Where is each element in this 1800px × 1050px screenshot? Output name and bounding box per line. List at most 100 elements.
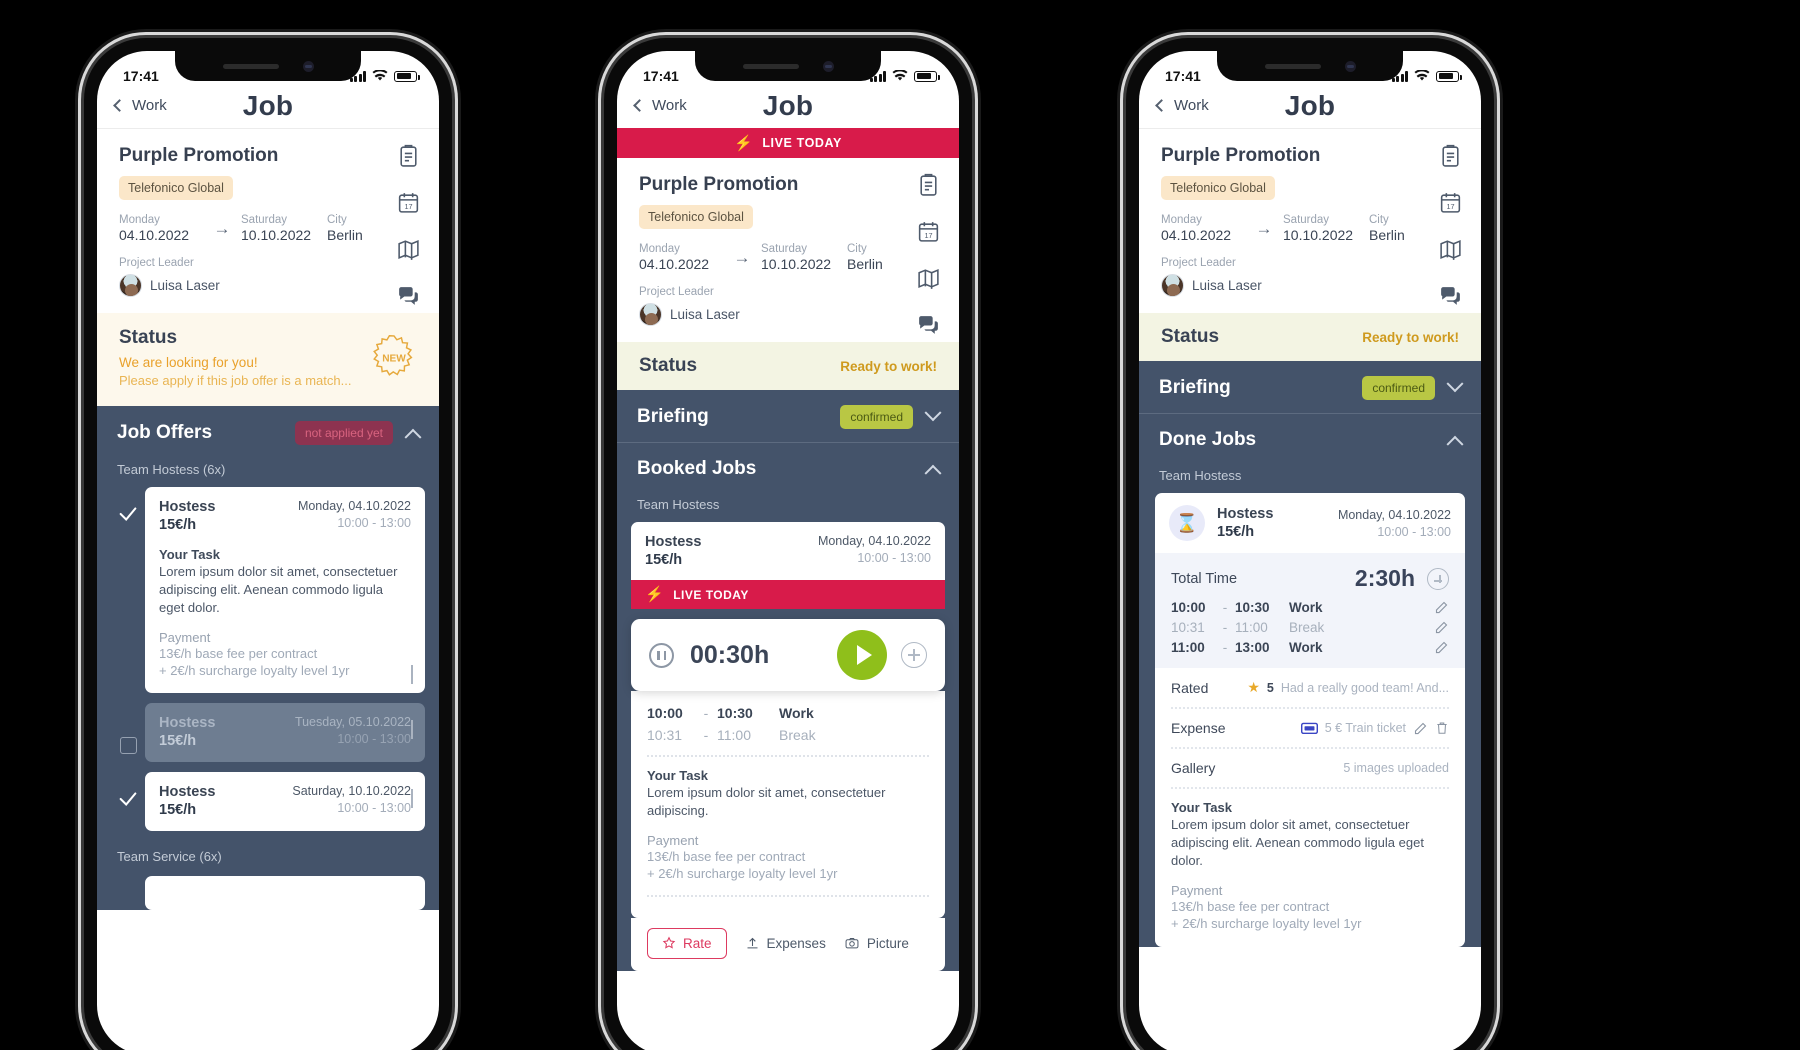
booked-jobs-header[interactable]: Booked Jobs xyxy=(617,443,959,493)
offer-date: Monday, 04.10.2022 xyxy=(297,499,411,513)
picture-button[interactable]: Picture xyxy=(844,936,909,951)
chevron-up-icon[interactable] xyxy=(404,428,422,446)
delete-expense-icon[interactable] xyxy=(1435,721,1449,735)
time-to-2: 11:00 xyxy=(717,727,751,743)
payment-line-1: 13€/h base fee per contract xyxy=(159,645,318,661)
offer-card-3[interactable]: Hostess 15€/h Saturday, 10.10.2022 10:00… xyxy=(145,771,425,831)
done-job-card[interactable]: ⌛ Hostess 15€/h Monday, 04.10.2022 10:00… xyxy=(1155,493,1465,947)
expenses-button[interactable]: Expenses xyxy=(745,936,826,951)
done-label-3: Work xyxy=(1289,640,1323,655)
start-date-block: Monday 04.10.2022 xyxy=(119,214,205,243)
project-leader-label-3: Project Leader xyxy=(1161,257,1236,269)
expense-row[interactable]: Expense 5 € Train ticket xyxy=(1155,709,1465,747)
status-bar-indicators-2 xyxy=(869,70,940,82)
chat-icon-3[interactable] xyxy=(1438,284,1463,309)
arrow-right-icon: → xyxy=(213,218,231,238)
project-leader-row[interactable]: Luisa Laser xyxy=(119,274,417,297)
chevron-down-icon-3[interactable] xyxy=(1446,375,1464,393)
time-row-work: 10:00 - 10:30 Work xyxy=(647,705,929,721)
offer-row-3[interactable]: Hostess 15€/h Saturday, 10.10.2022 10:00… xyxy=(97,771,439,831)
time-to: 10:30 xyxy=(717,705,753,721)
back-button-3[interactable]: Work xyxy=(1155,97,1209,114)
expense-value: 5 € Train ticket xyxy=(1324,721,1406,735)
offer-card-top: Hostess 15€/h Monday, 04.10.2022 10:00 -… xyxy=(159,499,411,533)
project-leader-row-3[interactable]: Luisa Laser xyxy=(1161,274,1459,297)
rate-button[interactable]: Rate xyxy=(647,927,727,959)
offer-card-expanded[interactable]: Hostess 15€/h Monday, 04.10.2022 10:00 -… xyxy=(145,487,425,693)
end-date-block: Saturday 10.10.2022 xyxy=(241,214,327,243)
edit-expense-icon[interactable] xyxy=(1413,721,1428,736)
front-camera-3 xyxy=(1344,60,1356,72)
job-offers-header[interactable]: Job Offers not applied yet xyxy=(97,406,439,458)
phone-mockup-2: 17:41 Work Job ⚡ LIVE TODAY Purple Promo… xyxy=(604,38,972,1050)
client-chip-3: Telefonico Global xyxy=(1161,176,1275,200)
offer-row-1[interactable]: Hostess 15€/h Monday, 04.10.2022 10:00 -… xyxy=(97,487,439,693)
done-time-row-2: 10:31 - 11:00 Break xyxy=(1171,620,1449,635)
booked-group-label: Team Hostess xyxy=(637,497,720,512)
play-button[interactable] xyxy=(837,630,887,680)
offer-card-4[interactable] xyxy=(145,875,425,910)
chevron-down-icon-2[interactable] xyxy=(924,404,942,422)
calendar-icon[interactable]: 17 xyxy=(396,190,421,215)
pause-icon[interactable] xyxy=(649,642,674,668)
check-icon-3[interactable] xyxy=(111,772,145,810)
chevron-left-icon-3 xyxy=(1155,99,1168,112)
offer-row-4[interactable] xyxy=(97,875,439,910)
notch-3 xyxy=(1217,51,1403,81)
end-date-value-3: 10.10.2022 xyxy=(1283,227,1354,243)
job-header-3: Purple Promotion Telefonico Global Monda… xyxy=(1139,129,1481,313)
edit-icon-2[interactable] xyxy=(1434,620,1449,635)
map-icon[interactable] xyxy=(396,237,421,262)
add-time-button[interactable] xyxy=(901,642,927,668)
briefing-header-3[interactable]: Briefing confirmed xyxy=(1139,361,1481,413)
total-time-value: 2:30h xyxy=(1354,565,1415,591)
back-button-2[interactable]: Work xyxy=(633,97,687,114)
train-ticket-icon xyxy=(1300,722,1318,735)
calendar-icon-3[interactable]: 17 xyxy=(1438,190,1463,215)
rated-row[interactable]: Rated ★ 5 Had a really good team! And... xyxy=(1155,668,1465,707)
phone-mockup-3: 17:41 Work Job Purple Promotion Telefoni… xyxy=(1126,38,1494,1050)
end-day-label-3: Saturday xyxy=(1283,214,1330,226)
back-button[interactable]: Work xyxy=(113,97,167,114)
offer-card-muted[interactable]: Hostess 15€/h Tuesday, 05.10.2022 10:00 … xyxy=(145,702,425,762)
back-label-3: Work xyxy=(1174,97,1209,114)
job-header-2: Purple Promotion Telefonico Global Monda… xyxy=(617,158,959,342)
done-time-row-3: 11:00 - 13:00 Work xyxy=(1171,640,1449,655)
add-time-entry-button[interactable] xyxy=(1427,567,1449,590)
clipboard-icon-3[interactable] xyxy=(1438,143,1463,168)
arrow-right-icon-3: → xyxy=(1255,218,1273,238)
briefing-header-2[interactable]: Briefing confirmed xyxy=(617,390,959,442)
map-icon-3[interactable] xyxy=(1438,237,1463,262)
clipboard-icon-2[interactable] xyxy=(916,172,941,197)
timer-panel[interactable]: 00:30h xyxy=(631,619,945,691)
offer-checkbox-4[interactable] xyxy=(111,876,145,892)
gallery-row[interactable]: Gallery 5 images uploaded xyxy=(1155,749,1465,787)
offer-row-2[interactable]: Hostess 15€/h Tuesday, 05.10.2022 10:00 … xyxy=(97,702,439,762)
chat-icon[interactable] xyxy=(396,284,421,309)
expand-offer-icon-2[interactable] xyxy=(411,719,413,739)
check-icon[interactable] xyxy=(111,487,145,525)
chevron-up-icon-booked[interactable] xyxy=(924,464,942,482)
done-jobs-header[interactable]: Done Jobs xyxy=(1139,414,1481,464)
done-payment-label: Payment xyxy=(1171,882,1223,898)
dotted-divider xyxy=(647,755,929,757)
map-icon-2[interactable] xyxy=(916,266,941,291)
rated-label: Rated xyxy=(1171,679,1209,696)
booked-job-card[interactable]: Hostess 15€/h Monday, 04.10.2022 10:00 -… xyxy=(631,522,945,580)
project-leader-name: Luisa Laser xyxy=(150,278,220,293)
project-leader-row-2[interactable]: Luisa Laser xyxy=(639,303,937,326)
edit-icon-1[interactable] xyxy=(1434,600,1449,615)
calendar-icon-2[interactable]: 17 xyxy=(916,219,941,244)
chat-icon-2[interactable] xyxy=(916,313,941,338)
start-date-value: 04.10.2022 xyxy=(119,227,190,243)
expand-offer-icon-3[interactable] xyxy=(411,788,413,808)
done-note-block: Your Task Lorem ipsum dolor sit amet, co… xyxy=(1155,789,1465,947)
front-camera xyxy=(302,60,314,72)
edit-icon-3[interactable] xyxy=(1434,640,1449,655)
chevron-up-icon-done[interactable] xyxy=(1446,435,1464,453)
collapse-offer-icon[interactable] xyxy=(411,664,413,684)
wifi-icon-3 xyxy=(1414,70,1430,81)
nav-bar-3: Work Job xyxy=(1139,90,1481,129)
offer-checkbox-2[interactable] xyxy=(111,703,145,754)
clipboard-icon[interactable] xyxy=(396,143,421,168)
